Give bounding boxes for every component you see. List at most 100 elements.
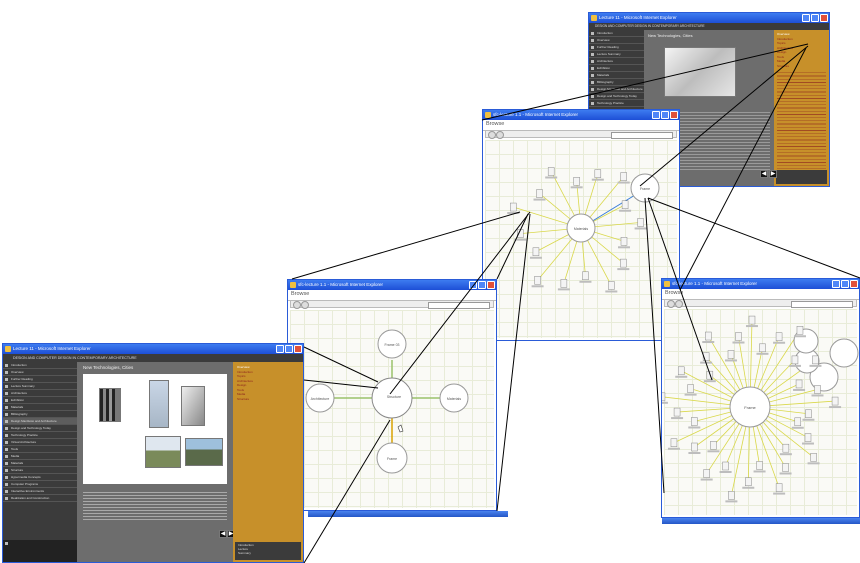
close-button[interactable] xyxy=(670,111,678,119)
document-icon xyxy=(775,332,783,341)
browse-heading: Browse xyxy=(665,290,684,296)
sidebar-item[interactable]: Virtual Architecture xyxy=(3,439,77,446)
sidebar-item[interactable]: Lecture Summary xyxy=(589,51,644,58)
sidebar-item[interactable]: Interactive Environments xyxy=(3,488,77,495)
sidebar-item[interactable]: Design and Technology Today xyxy=(3,425,77,432)
taskbar-strip[interactable] xyxy=(308,511,508,517)
document-caption xyxy=(688,452,701,455)
maximize-button[interactable] xyxy=(478,281,486,289)
next-button[interactable]: ▶ xyxy=(769,170,777,178)
close-button[interactable] xyxy=(487,281,495,289)
sidebar-item[interactable]: Design Manifesto and Architecture xyxy=(589,86,644,93)
view-select[interactable] xyxy=(791,300,853,308)
sidebar-item[interactable]: Structure xyxy=(3,467,77,474)
sidebar-item[interactable]: Design and Technology Today xyxy=(589,93,644,100)
minimize-button[interactable] xyxy=(276,345,284,353)
document-caption xyxy=(579,280,592,283)
sidebar-item[interactable]: Tools xyxy=(3,446,77,453)
photo-spire[interactable] xyxy=(181,386,205,426)
sidebar-item[interactable]: Exhibition xyxy=(3,397,77,404)
sidebar-item[interactable]: Lecture Summary xyxy=(3,383,77,390)
sidebar-item[interactable]: Design Manifesto and Architecture xyxy=(3,418,77,425)
photo-tower[interactable] xyxy=(149,380,169,428)
photo-columns[interactable] xyxy=(99,388,121,422)
sidebar-item[interactable]: Materials xyxy=(3,460,77,467)
document-caption xyxy=(617,246,630,249)
sidebar-item[interactable]: Bibliography xyxy=(589,79,644,86)
view-select[interactable] xyxy=(611,131,673,139)
close-button[interactable] xyxy=(294,345,302,353)
app-header: DESIGN AND COMPUTER DESIGN IN CONTEMPORA… xyxy=(3,354,303,362)
address-bar[interactable] xyxy=(290,300,494,309)
maximize-button[interactable] xyxy=(285,345,293,353)
sidebar-item[interactable]: Media xyxy=(3,453,77,460)
window-titlebar[interactable]: sfc-lecture 1.1 - Microsoft Internet Exp… xyxy=(288,280,496,290)
document-caption xyxy=(671,417,684,420)
sidebar-item[interactable]: Bibliography xyxy=(3,411,77,418)
forward-icon[interactable] xyxy=(301,301,309,309)
sidebar-item[interactable]: Technology Practice xyxy=(3,432,77,439)
document-icon xyxy=(812,355,819,365)
window-titlebar[interactable]: Lecture 11 - Microsoft Internet Explorer xyxy=(589,13,829,23)
close-button[interactable] xyxy=(820,14,828,22)
sidebar-item[interactable]: Architecture xyxy=(589,58,644,65)
prev-button[interactable]: ◀ xyxy=(219,530,227,538)
window-titlebar[interactable]: sfc-lecture 1.1 - Microsoft Internet Exp… xyxy=(662,279,859,289)
document-caption xyxy=(725,359,738,362)
minimize-button[interactable] xyxy=(469,281,477,289)
document-icon xyxy=(547,167,555,176)
document-caption xyxy=(557,288,570,291)
graph-node-top-label: Frame 03 xyxy=(385,343,400,347)
window-titlebar[interactable]: Lecture 11 - Microsoft Internet Explorer xyxy=(3,344,303,354)
sidebar-item[interactable]: Introduction xyxy=(3,362,77,369)
content-image[interactable] xyxy=(664,47,736,97)
photo-plaza[interactable] xyxy=(145,436,181,468)
graph-canvas[interactable]: Frame xyxy=(662,309,859,515)
window-titlebar[interactable]: sfc-lecture 1.1 - Microsoft Internet Exp… xyxy=(483,110,679,120)
sidebar-item[interactable]: Materials xyxy=(3,404,77,411)
close-button[interactable] xyxy=(850,280,858,288)
sidebar-item[interactable]: Introduction xyxy=(589,30,644,37)
graph-canvas[interactable]: Structure Frame 03 Architecture Material… xyxy=(290,310,494,508)
taskbar-strip[interactable] xyxy=(662,518,860,524)
document-caption xyxy=(829,406,842,409)
document-icon xyxy=(517,229,524,238)
sidebar-item[interactable]: Realization and Construction xyxy=(3,495,77,502)
prev-button[interactable]: ◀ xyxy=(760,170,768,178)
forward-icon[interactable] xyxy=(675,300,683,308)
sidebar-item[interactable]: Hypermedia Concepts xyxy=(3,474,77,481)
sidebar: Introduction Overview Further Reading Le… xyxy=(3,362,77,562)
content-text xyxy=(83,490,227,522)
address-bar[interactable] xyxy=(485,130,677,139)
sidebar-item[interactable]: Further Reading xyxy=(589,44,644,51)
toc-item[interactable]: Structure xyxy=(237,397,299,402)
back-icon[interactable] xyxy=(667,300,675,308)
maximize-button[interactable] xyxy=(811,14,819,22)
sidebar-item[interactable]: Computer Programs xyxy=(3,481,77,488)
document-icon xyxy=(702,352,710,361)
document-caption xyxy=(801,442,814,445)
toc-footer-item[interactable]: Summary xyxy=(238,551,298,555)
sidebar-item[interactable]: Further Reading xyxy=(3,376,77,383)
sidebar-item[interactable]: Materials xyxy=(589,72,644,79)
address-bar[interactable] xyxy=(664,299,857,308)
document-caption xyxy=(700,361,713,364)
back-icon[interactable] xyxy=(488,131,496,139)
sidebar-item[interactable]: Overview xyxy=(589,37,644,44)
forward-icon[interactable] xyxy=(496,131,504,139)
minimize-button[interactable] xyxy=(652,111,660,119)
minimize-button[interactable] xyxy=(802,14,810,22)
sidebar-item[interactable]: Technology Practice xyxy=(589,100,644,107)
maximize-button[interactable] xyxy=(841,280,849,288)
photo-pavilion[interactable] xyxy=(185,438,223,466)
sidebar-item[interactable]: Architecture xyxy=(3,390,77,397)
toc-item[interactable]: Structure xyxy=(777,64,826,69)
graph-canvas[interactable]: Materials Frame xyxy=(485,140,677,338)
graph-node-left-label: Architecture xyxy=(311,397,330,401)
sidebar-item[interactable]: Exhibition xyxy=(589,65,644,72)
minimize-button[interactable] xyxy=(832,280,840,288)
sidebar-item[interactable]: Overview xyxy=(3,369,77,376)
maximize-button[interactable] xyxy=(661,111,669,119)
view-select[interactable] xyxy=(428,301,490,309)
back-icon[interactable] xyxy=(293,301,301,309)
